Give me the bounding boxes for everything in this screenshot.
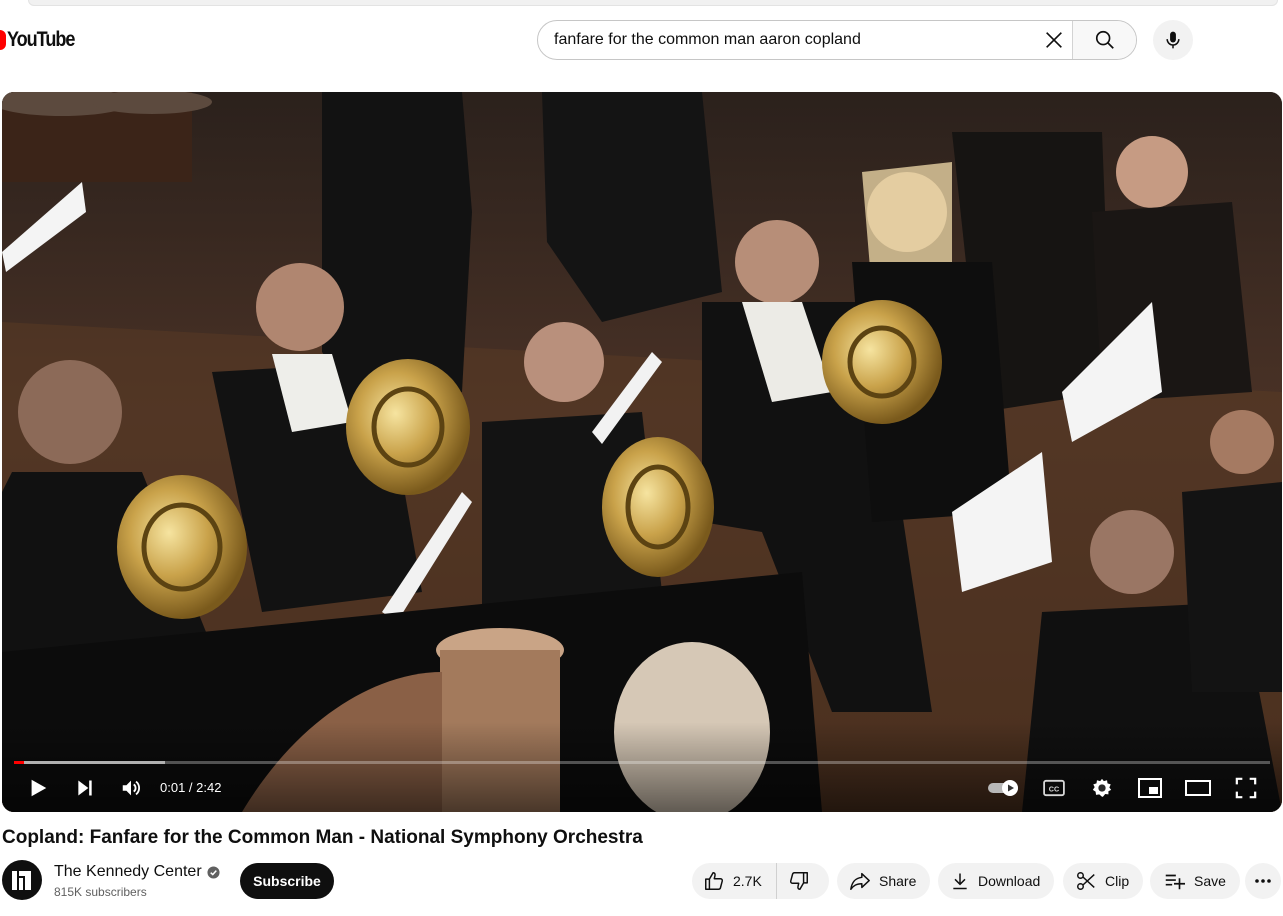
save-label: Save — [1194, 873, 1226, 889]
volume-button[interactable] — [115, 772, 147, 804]
logo-text: YouTube — [7, 28, 75, 51]
next-icon — [78, 780, 92, 796]
settings-button[interactable] — [1086, 772, 1118, 804]
clear-icon — [1046, 32, 1062, 48]
save-button[interactable]: Save — [1150, 863, 1240, 899]
subtitles-icon: CC — [1043, 779, 1065, 797]
share-button[interactable]: Share — [837, 863, 931, 899]
channel-avatar[interactable] — [2, 860, 42, 900]
video-player[interactable]: 0:01 / 2:42 CC — [2, 92, 1282, 812]
like-button[interactable]: 2.7K — [692, 863, 777, 899]
share-icon — [850, 872, 870, 890]
fullscreen-icon — [1235, 777, 1257, 799]
voice-search-button[interactable] — [1153, 20, 1193, 60]
volume-icon — [122, 780, 140, 796]
verified-badge-icon — [207, 865, 220, 879]
fullscreen-button[interactable] — [1230, 772, 1262, 804]
dislike-button[interactable] — [777, 863, 821, 899]
subscriber-count: 815K subscribers — [54, 885, 147, 899]
share-label: Share — [879, 873, 917, 889]
miniplayer-button[interactable] — [1134, 772, 1166, 804]
clip-label: Clip — [1105, 873, 1130, 889]
search-field — [538, 21, 1036, 59]
played-bar — [14, 761, 24, 764]
search-button[interactable] — [1072, 21, 1136, 59]
theater-mode-icon — [1185, 780, 1211, 796]
autoplay-toggle-icon — [988, 780, 1018, 796]
settings-icon — [1092, 778, 1112, 797]
channel-name[interactable]: The Kennedy Center — [54, 863, 202, 881]
like-dislike-group: 2.7K — [692, 863, 829, 899]
svg-text:CC: CC — [1049, 785, 1059, 794]
playlist-add-icon — [1165, 874, 1185, 890]
search-icon — [1095, 30, 1114, 49]
next-button[interactable] — [69, 772, 101, 804]
thumbs-up-icon — [705, 872, 724, 890]
video-frame — [2, 92, 1282, 812]
search-box — [537, 20, 1137, 60]
download-button[interactable]: Download — [938, 863, 1055, 899]
kennedy-center-logo-icon — [12, 871, 31, 890]
youtube-logo[interactable]: YouTube — [0, 28, 85, 52]
download-label: Download — [978, 873, 1041, 889]
buffered-bar — [14, 761, 165, 764]
time-display: 0:01 / 2:42 — [160, 780, 222, 795]
scissors-icon — [1077, 872, 1095, 890]
youtube-logo-icon — [0, 30, 6, 50]
thumbs-down-icon — [789, 872, 808, 890]
autoplay-toggle[interactable] — [984, 772, 1024, 804]
search-input[interactable] — [554, 31, 1024, 49]
clip-button[interactable]: Clip — [1063, 863, 1144, 899]
like-count: 2.7K — [733, 873, 762, 889]
clear-search-button[interactable] — [1036, 21, 1072, 59]
subscribe-button[interactable]: Subscribe — [240, 863, 334, 899]
play-button[interactable] — [22, 772, 54, 804]
more-icon — [1255, 879, 1271, 883]
progress-bar[interactable] — [14, 761, 1270, 764]
miniplayer-icon — [1138, 778, 1162, 798]
video-title: Copland: Fanfare for the Common Man - Na… — [2, 827, 643, 848]
channel-name-row[interactable]: The Kennedy Center — [54, 863, 220, 881]
download-icon — [953, 873, 967, 890]
top-strip — [28, 0, 1278, 6]
microphone-icon — [1166, 31, 1180, 49]
more-actions-button[interactable] — [1245, 863, 1281, 899]
theater-mode-button[interactable] — [1182, 772, 1214, 804]
play-icon — [31, 779, 47, 797]
subtitles-button[interactable]: CC — [1038, 772, 1070, 804]
